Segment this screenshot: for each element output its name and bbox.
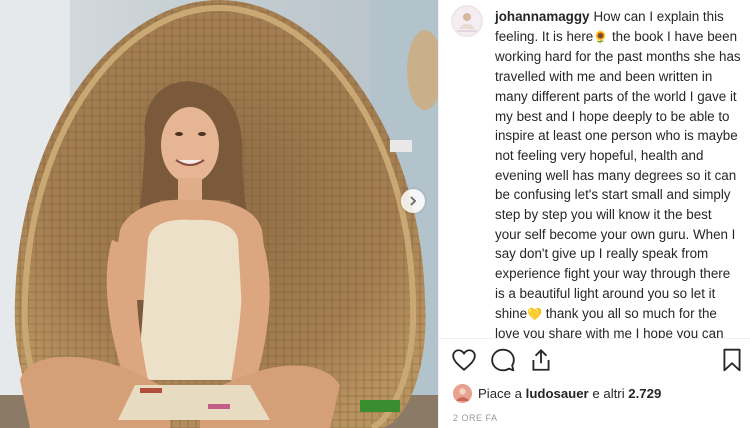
post-details-panel: johannamaggy How can I explain this feeli…	[438, 0, 750, 428]
share-button[interactable]	[528, 347, 554, 373]
author-avatar[interactable]	[451, 5, 483, 37]
yellow-heart-emoji: 💛	[527, 306, 542, 321]
comment-button[interactable]	[490, 347, 516, 373]
caption-text-2: the book I have been working hard for th…	[495, 28, 741, 321]
author-username[interactable]: johannamaggy	[495, 9, 590, 24]
sunflower-emoji: 🌻	[593, 29, 609, 44]
caption-area: johannamaggy How can I explain this feeli…	[439, 0, 750, 338]
post-timestamp[interactable]: 2 ORE FA	[453, 413, 498, 423]
comment-icon	[491, 348, 515, 372]
like-button[interactable]	[451, 347, 477, 373]
liker-username[interactable]: ludosauer	[526, 386, 589, 401]
action-bar	[439, 338, 750, 379]
likes-count[interactable]: 2.729	[628, 386, 661, 401]
likes-prefix: Piace a	[478, 385, 522, 401]
chevron-right-icon	[410, 196, 417, 206]
likes-middle: e altri	[592, 385, 625, 401]
next-photo-button[interactable]	[401, 189, 425, 213]
liker-avatar[interactable]	[453, 383, 472, 403]
save-button[interactable]	[719, 347, 745, 373]
post-photo	[0, 0, 438, 428]
post-caption: johannamaggy How can I explain this feeli…	[495, 7, 741, 338]
avatar-image	[453, 7, 481, 35]
likes-summary: Piace a ludosauer e altri 2.729	[453, 382, 661, 404]
photo-image	[0, 0, 438, 428]
share-icon	[532, 348, 550, 371]
bookmark-icon	[723, 348, 741, 372]
heart-icon	[452, 349, 476, 371]
liker-avatar-image	[453, 383, 472, 403]
